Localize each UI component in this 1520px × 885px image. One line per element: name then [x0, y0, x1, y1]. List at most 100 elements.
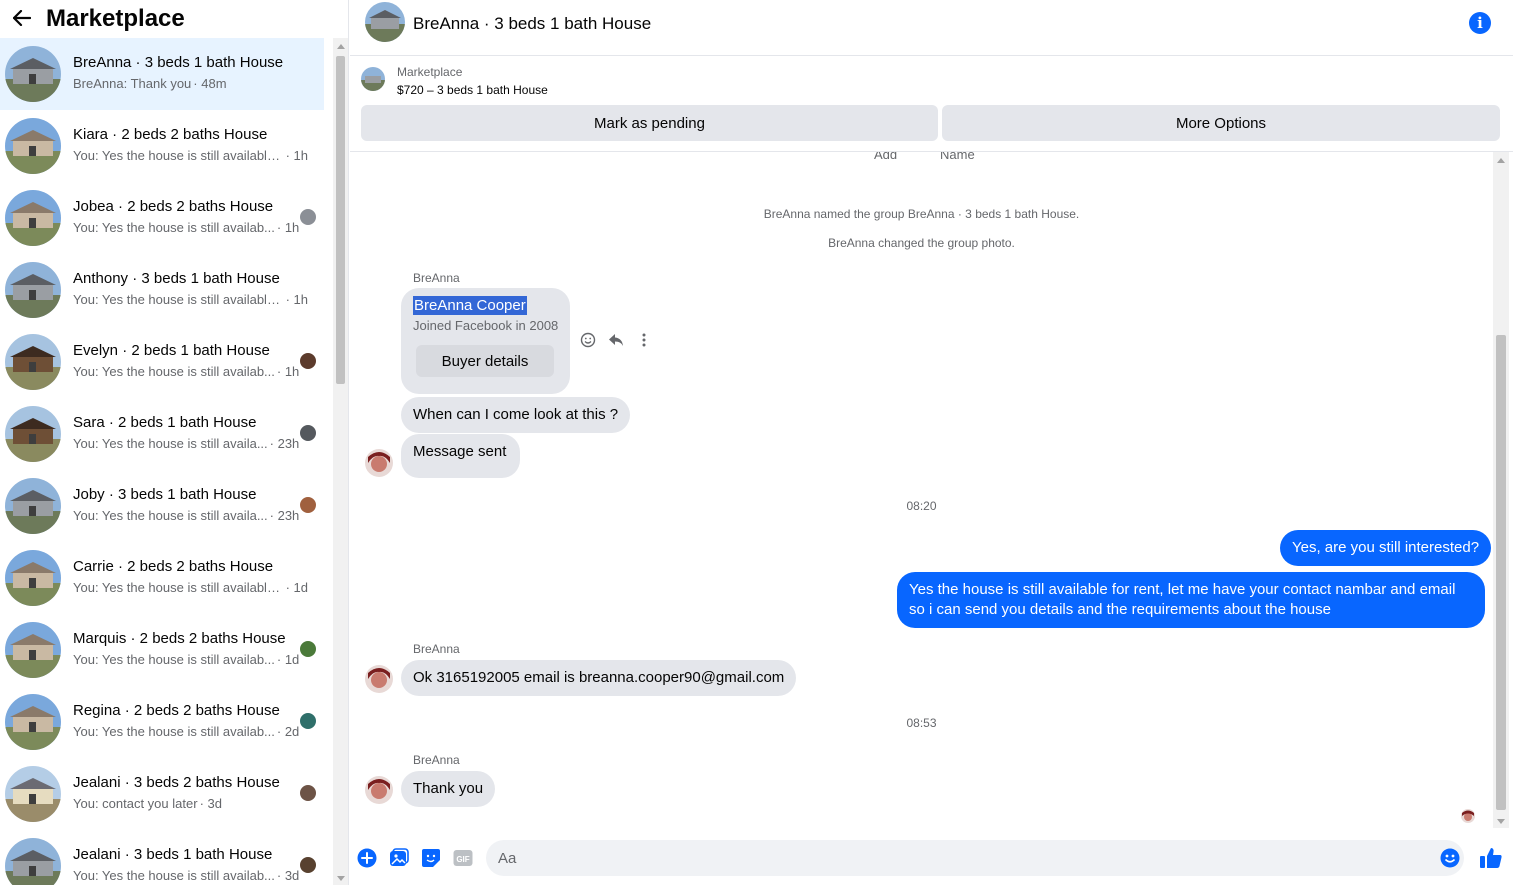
emoji-icon[interactable] [1440, 848, 1460, 868]
incoming-message[interactable]: Thank you [401, 771, 496, 807]
scroll-down-arrow-icon[interactable] [1497, 819, 1505, 824]
incoming-message[interactable]: Message sent [401, 434, 521, 478]
scroll-down-arrow-icon[interactable] [337, 876, 345, 881]
seen-avatar [300, 209, 316, 225]
gif-icon[interactable]: GIF [453, 848, 473, 868]
thumbs-up-icon[interactable] [1479, 846, 1503, 870]
conversation-preview-row: You: Yes the house is still available ..… [73, 579, 308, 596]
partial-name-label[interactable]: Name [940, 152, 975, 162]
conversation-preview-row: You: Yes the house is still availab... · … [73, 651, 308, 668]
message-input[interactable] [486, 840, 1464, 876]
listing-thumbnail[interactable] [361, 67, 385, 91]
seen-avatar [300, 425, 316, 441]
conversation-time: · 3d [199, 796, 222, 811]
conversation-time: · 3d [276, 868, 300, 883]
timestamp: 08:20 [906, 499, 937, 513]
conversation-preview-row: You: Yes the house is still availa... · 2… [73, 507, 308, 524]
more-options-button[interactable]: More Options [942, 105, 1500, 141]
sender-avatar[interactable] [365, 665, 393, 693]
conversation-item[interactable]: Jobea · 2 beds 2 baths House You: Yes the… [0, 182, 324, 254]
conversation-preview: You: contact you later [73, 796, 198, 811]
plus-icon[interactable] [357, 848, 377, 868]
info-icon[interactable]: i [1469, 12, 1491, 34]
conversation-preview-row: You: Yes the house is still availa... · 2… [73, 435, 308, 452]
conversation-time: · 1d [285, 580, 308, 595]
system-message: BreAnna changed the group photo. [828, 236, 1015, 250]
conversation-item[interactable]: Jealani · 3 beds 1 bath House You: Yes th… [0, 830, 324, 885]
react-emoji-icon[interactable] [580, 332, 596, 348]
conversation-item[interactable]: Evelyn · 2 beds 1 bath House You: Yes the… [0, 326, 324, 398]
incoming-message[interactable]: When can I come look at this ? [401, 397, 631, 433]
sidebar-scrollbar[interactable] [333, 38, 348, 885]
conversation-title: Carrie · 2 beds 2 baths House [73, 558, 274, 575]
partial-add-label[interactable]: Add [874, 152, 897, 162]
message-thread: Add Name BreAnna named the group BreAnna… [350, 152, 1513, 828]
conversation-time: · 23h [269, 436, 300, 451]
scroll-up-arrow-icon[interactable] [337, 44, 345, 49]
outgoing-message[interactable]: Yes the house is still available for ren… [897, 572, 1485, 628]
group-avatar[interactable] [365, 2, 405, 42]
marketplace-label: Marketplace [397, 65, 463, 79]
system-message: BreAnna named the group BreAnna · 3 beds… [763, 207, 1080, 221]
incoming-message[interactable]: Ok 3165192005 email is breanna.cooper90@… [401, 660, 797, 696]
conversation-item[interactable]: Joby · 3 beds 1 bath House You: Yes the h… [0, 470, 324, 542]
conversation-preview: You: Yes the house is still available f.… [73, 148, 284, 163]
seen-avatar [300, 497, 316, 513]
conversation-time: · 48m [193, 76, 227, 91]
listing-thumbnail [5, 190, 61, 246]
sender-avatar[interactable] [365, 776, 393, 804]
scrollbar-thumb[interactable] [336, 56, 345, 384]
conversation-title: Jealani · 3 beds 1 bath House [73, 846, 273, 863]
conversation-item[interactable]: Jealani · 3 beds 2 baths House You: conta… [0, 758, 324, 830]
conversation-item[interactable]: Regina · 2 beds 2 baths House You: Yes th… [0, 686, 324, 758]
conversation-item[interactable]: Carrie · 2 beds 2 baths House You: Yes th… [0, 542, 324, 614]
conversation-preview: You: Yes the house is still availab... [73, 724, 275, 739]
photo-icon[interactable] [389, 848, 409, 868]
conversation-title: BreAnna · 3 beds 1 bath House [73, 54, 284, 71]
arrow-left-icon [13, 10, 31, 26]
conversation-item[interactable]: Anthony · 3 beds 1 bath House You: Yes th… [0, 254, 324, 326]
mark-as-pending-button[interactable]: Mark as pending [361, 105, 938, 141]
sender-avatar[interactable] [365, 449, 393, 477]
conversation-time: · 1h [276, 364, 300, 379]
buyer-name[interactable]: BreAnna Cooper [413, 296, 527, 315]
conversation-item[interactable]: BreAnna · 3 beds 1 bath House BreAnna: Th… [0, 38, 324, 110]
listing-thumbnail [5, 550, 61, 606]
conversation-item[interactable]: Marquis · 2 beds 2 baths House You: Yes t… [0, 614, 324, 686]
messenger-window: Marketplace BreAnna · 3 beds 1 bath Hous… [0, 0, 1520, 885]
conversation-preview: You: Yes the house is still available ..… [73, 580, 284, 595]
conversation-time: · 1d [276, 652, 300, 667]
outgoing-message[interactable]: Yes, are you still interested? [1280, 530, 1492, 566]
sender-name: BreAnna [413, 271, 460, 285]
sticker-icon[interactable] [421, 848, 441, 868]
chat-title[interactable]: BreAnna · 3 beds 1 bath House [413, 14, 651, 34]
buyer-details-button[interactable]: Buyer details [416, 345, 554, 377]
listing-thumbnail [5, 622, 61, 678]
conversation-item[interactable]: Kiara · 2 beds 2 baths House You: Yes the… [0, 110, 324, 182]
more-vertical-icon[interactable] [636, 332, 652, 348]
scroll-up-arrow-icon[interactable] [1497, 158, 1505, 163]
back-button[interactable] [10, 6, 34, 30]
conversation-preview: BreAnna: Thank you [73, 76, 192, 91]
conversation-preview-row: BreAnna: Thank you · 48m [73, 75, 308, 92]
buyer-profile-card: BreAnna Cooper Joined Facebook in 2008 B… [401, 288, 570, 394]
seen-avatar [300, 641, 316, 657]
conversation-preview-row: You: Yes the house is still availab... · … [73, 723, 308, 740]
conversation-time: · 1h [285, 148, 308, 163]
seen-avatar [300, 857, 316, 873]
conversation-preview-row: You: Yes the house is still availab... · … [73, 219, 308, 236]
listing-title[interactable]: $720 – 3 beds 1 bath House [397, 83, 548, 97]
reply-icon[interactable] [608, 332, 624, 348]
conversation-preview: You: Yes the house is still available f.… [73, 292, 284, 307]
conversation-time: · 23h [269, 508, 300, 523]
marketplace-sidebar: Marketplace BreAnna · 3 beds 1 bath Hous… [0, 0, 349, 885]
conversation-item[interactable]: Sara · 2 beds 1 bath House You: Yes the h… [0, 398, 324, 470]
scrollbar-thumb[interactable] [1496, 335, 1506, 810]
conversation-title: Jealani · 3 beds 2 baths House [73, 774, 280, 791]
seen-avatar [300, 713, 316, 729]
read-receipt-avatar [1461, 809, 1475, 823]
sidebar-header: Marketplace [0, 0, 348, 38]
conversation-preview: You: Yes the house is still availa... [73, 508, 268, 523]
thread-scrollbar[interactable] [1493, 152, 1509, 828]
conversation-preview-row: You: contact you later · 3d [73, 795, 308, 812]
